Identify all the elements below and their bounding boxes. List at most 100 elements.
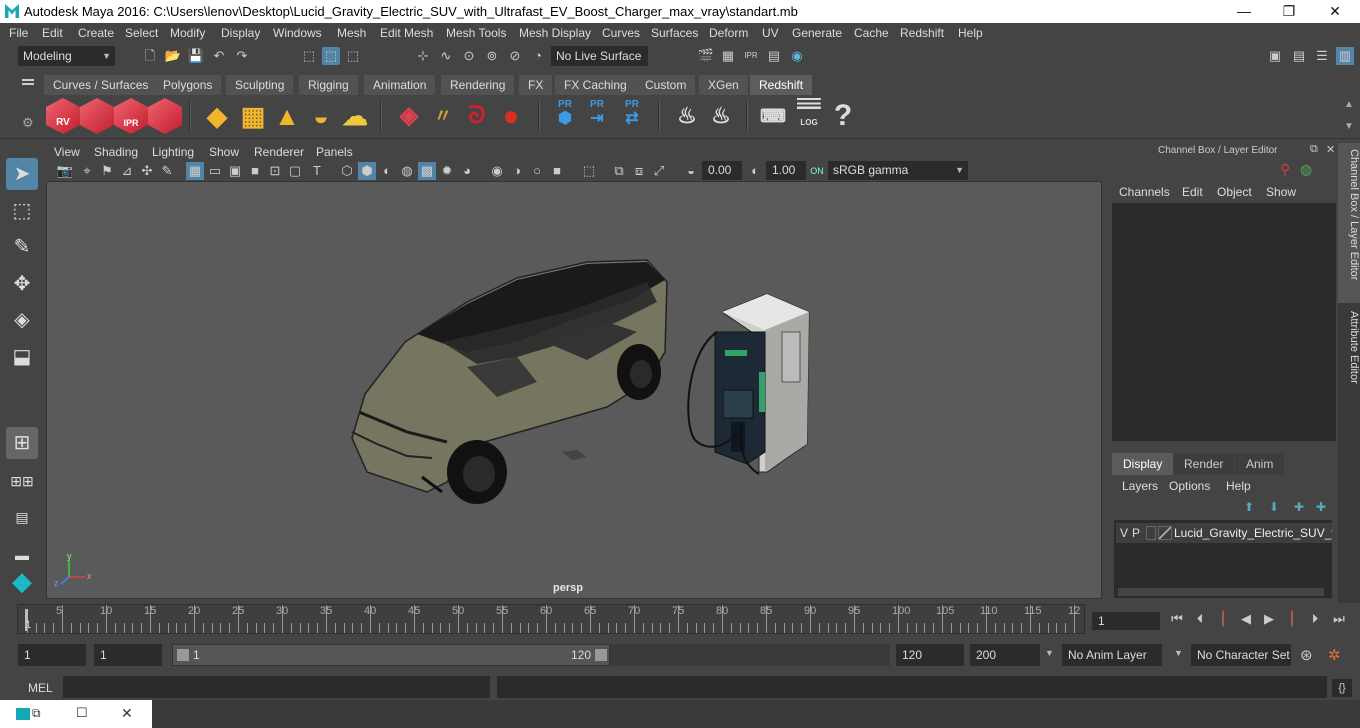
menu-curves[interactable]: Curves xyxy=(602,26,640,40)
mode-dropdown[interactable]: Modeling ▼ xyxy=(18,46,115,66)
new-layer-selected-icon[interactable]: ✚ xyxy=(1316,500,1326,514)
redshift-volume-icon[interactable]: ▦ xyxy=(236,98,270,134)
redshift-ipr-icon[interactable]: IPR xyxy=(114,98,148,134)
redshift-sphere-icon[interactable]: ● xyxy=(494,98,528,134)
float-panel-icon[interactable]: ⧉ xyxy=(1310,143,1318,156)
color-management-icon[interactable]: ON xyxy=(808,162,826,180)
render-current-icon[interactable]: ▦ xyxy=(719,47,737,65)
redshift-render-icon[interactable] xyxy=(80,98,114,134)
le-menu-options[interactable]: Options xyxy=(1169,479,1210,493)
menu-surfaces[interactable]: Surfaces xyxy=(651,26,698,40)
shaded-wire-icon[interactable]: ◐ xyxy=(378,162,396,180)
select-object-icon[interactable]: ⬚ xyxy=(322,47,340,65)
go-to-start-icon[interactable]: ⏮ xyxy=(1168,610,1186,628)
layer-name[interactable]: Lucid_Gravity_Electric_SUV_with xyxy=(1174,526,1332,540)
select-tool-icon[interactable]: ➤ xyxy=(6,158,38,190)
step-forward-key-icon[interactable]: ⏵ xyxy=(1306,610,1324,628)
wireframe-icon[interactable]: ⬡ xyxy=(338,162,356,180)
shelf-scroll-up-icon[interactable]: ▲ xyxy=(1344,99,1354,110)
lights-icon[interactable]: ✹ xyxy=(438,162,456,180)
gamma-field[interactable]: 1.00 xyxy=(766,161,806,180)
make-live-icon[interactable]: ◔ xyxy=(529,47,547,65)
film-gate-icon[interactable]: ▭ xyxy=(206,162,224,180)
menu-deform[interactable]: Deform xyxy=(709,26,748,40)
safe-title-icon[interactable]: T xyxy=(308,162,326,180)
paint-select-tool-icon[interactable]: ✎ xyxy=(6,231,38,263)
redshift-curve-icon[interactable]: ᘐ xyxy=(460,98,494,134)
color-space-dropdown[interactable]: sRGB gamma ▼ xyxy=(828,161,968,180)
chevron-down-icon[interactable]: ▼ xyxy=(1174,648,1183,658)
menu-redshift[interactable]: Redshift xyxy=(900,26,944,40)
playback-start-field[interactable]: 1 xyxy=(94,644,162,666)
auto-key-icon[interactable]: ⊛ xyxy=(1300,646,1313,664)
select-hierarchy-icon[interactable]: ⬚ xyxy=(300,47,318,65)
snap-surface-icon[interactable]: ⊘ xyxy=(506,47,524,65)
preferences-icon[interactable]: ✲ xyxy=(1328,646,1341,664)
undo-icon[interactable]: ↶ xyxy=(210,47,228,65)
menu-mesh-display[interactable]: Mesh Display xyxy=(519,26,591,40)
play-backward-icon[interactable]: ◀ xyxy=(1237,610,1255,628)
step-back-key-icon[interactable]: ⏴ xyxy=(1191,610,1209,628)
xray-icon[interactable]: ▩ xyxy=(418,162,436,180)
rotate-tool-icon[interactable]: ◈ xyxy=(6,304,38,336)
menu-edit[interactable]: Edit xyxy=(42,26,63,40)
close-panel-icon[interactable]: ✕ xyxy=(1326,143,1335,156)
panel-menu-shading[interactable]: Shading xyxy=(94,145,138,159)
snap-curve-icon[interactable]: ∿ xyxy=(437,47,455,65)
close-icon[interactable]: ✕ xyxy=(121,705,133,722)
redshift-mesh-icon[interactable]: ◈ xyxy=(392,98,426,134)
xray-joints-icon[interactable]: ⧉ xyxy=(610,162,628,180)
move-tool-icon[interactable]: ✥ xyxy=(6,268,38,300)
redshift-shader-icon[interactable]: ♨ xyxy=(704,98,738,134)
save-scene-icon[interactable]: 💾 xyxy=(187,47,205,65)
camera-icon[interactable]: 📷 xyxy=(56,162,74,180)
layer-playback-toggle[interactable]: P xyxy=(1132,526,1140,540)
go-to-end-icon[interactable]: ⏭ xyxy=(1330,610,1348,628)
tab-fx-caching[interactable]: FX Caching xyxy=(555,75,636,95)
outliner-view-icon[interactable]: ▤ xyxy=(6,501,38,533)
shelf-menu-icon[interactable] xyxy=(22,79,34,81)
menu-mesh[interactable]: Mesh xyxy=(337,26,366,40)
menu-select[interactable]: Select xyxy=(125,26,158,40)
layer-scrollbar[interactable] xyxy=(1118,588,1324,596)
tab-xgen[interactable]: XGen xyxy=(699,75,748,95)
move-layer-up-icon[interactable]: ⬆ xyxy=(1244,500,1254,514)
command-input[interactable] xyxy=(63,676,490,698)
new-layer-icon[interactable]: ✚ xyxy=(1294,500,1304,514)
field-chart-icon[interactable]: ⊡ xyxy=(266,162,284,180)
antialias-icon[interactable]: ○ xyxy=(528,162,546,180)
camera-attr-icon[interactable]: ⌖ xyxy=(78,162,96,180)
playback-end-field[interactable]: 120 xyxy=(896,644,964,666)
live-surface-field[interactable]: No Live Surface xyxy=(551,46,648,66)
resolution-gate-icon[interactable]: ▣ xyxy=(226,162,244,180)
tab-anim[interactable]: Anim xyxy=(1235,453,1285,475)
redshift-rv-icon[interactable]: RV xyxy=(46,98,80,134)
axis-toggle-icon[interactable]: ⚲ xyxy=(1280,161,1290,178)
side-tab-attribute-editor[interactable]: Attribute Editor xyxy=(1338,305,1360,405)
tab-custom[interactable]: Custom xyxy=(636,75,696,95)
tab-rigging[interactable]: Rigging xyxy=(299,75,358,95)
menu-file[interactable]: File xyxy=(9,26,28,40)
range-end-handle[interactable] xyxy=(595,649,607,661)
menu-help[interactable]: Help xyxy=(958,26,983,40)
maximize-icon[interactable]: ☐ xyxy=(76,705,88,721)
script-editor-icon[interactable]: {} xyxy=(1332,679,1352,697)
tab-polygons[interactable]: Polygons xyxy=(154,75,222,95)
tab-rendering[interactable]: Rendering xyxy=(441,75,515,95)
gamma-icon[interactable]: ◐ xyxy=(746,162,764,180)
start-time-field[interactable]: 1 xyxy=(18,644,86,666)
tab-render[interactable]: Render xyxy=(1173,453,1235,475)
redshift-proxy-icon[interactable]: ◆ xyxy=(200,98,234,134)
range-start-handle[interactable] xyxy=(177,649,189,661)
2d-pan-icon[interactable]: ✣ xyxy=(138,162,156,180)
redshift-log-icon[interactable]: LOG xyxy=(792,98,826,134)
open-scene-icon[interactable]: 📂 xyxy=(164,47,182,65)
grid-icon[interactable]: ▦ xyxy=(186,162,204,180)
snap-view-icon[interactable]: ⊚ xyxy=(483,47,501,65)
mel-label[interactable]: MEL xyxy=(28,681,53,695)
render-view-icon[interactable]: 🎬 xyxy=(697,47,715,65)
redshift-sun-icon[interactable]: ☁ xyxy=(338,98,372,134)
menu-cache[interactable]: Cache xyxy=(854,26,889,40)
play-forward-icon[interactable]: ▶ xyxy=(1260,610,1278,628)
four-view-icon[interactable]: ⊞⊞ xyxy=(6,465,38,497)
